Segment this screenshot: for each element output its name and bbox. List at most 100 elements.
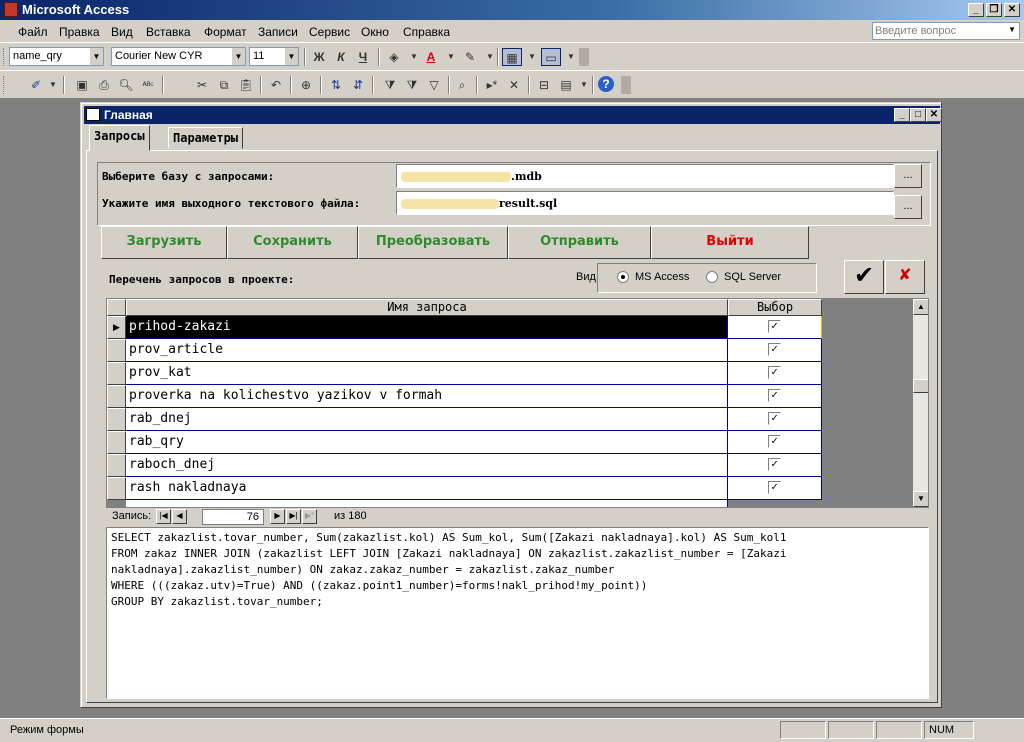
cut-icon[interactable]: ✂ <box>192 76 212 94</box>
border-style-icon[interactable]: ▦ <box>502 48 522 66</box>
select-checkbox[interactable]: ✓ <box>768 435 781 448</box>
find-icon[interactable]: ⌕ <box>452 76 472 94</box>
new-object-icon[interactable]: ▤ <box>556 76 576 94</box>
line-width-icon[interactable]: ▭ <box>541 48 561 66</box>
help-icon[interactable]: ? <box>598 76 614 92</box>
database-window-icon[interactable]: ⊟ <box>534 76 554 94</box>
chevron-down-icon[interactable]: ▼ <box>90 48 103 65</box>
restore-button[interactable]: ❐ <box>986 3 1002 17</box>
form-minimize-button[interactable]: _ <box>894 108 910 122</box>
select-checkbox[interactable]: ✓ <box>768 343 781 356</box>
radio-ms-access-label[interactable]: MS Access <box>635 271 689 283</box>
minimize-button[interactable]: _ <box>968 3 984 17</box>
radio-sql-server-label[interactable]: SQL Server <box>724 271 781 283</box>
save-button[interactable]: Сохранить <box>227 226 358 259</box>
radio-sql-server[interactable] <box>706 271 718 283</box>
print-preview-icon[interactable]: 🔍︎ <box>116 76 136 94</box>
underline-button[interactable]: Ч <box>353 48 373 66</box>
font-combo[interactable]: Courier New CYR ▼ <box>111 47 246 66</box>
query-name-cell[interactable]: rab_qry <box>126 431 728 454</box>
menu-view[interactable]: Вид <box>111 25 133 39</box>
form-close-button[interactable]: ✕ <box>926 108 942 122</box>
sort-asc-icon[interactable]: ⇅ <box>326 76 346 94</box>
row-selector[interactable] <box>107 431 126 454</box>
close-button[interactable]: ✕ <box>1004 3 1020 17</box>
filter-form-icon[interactable]: ⧩ <box>402 76 422 94</box>
select-checkbox[interactable]: ✓ <box>768 458 781 471</box>
record-number-input[interactable]: 76 <box>202 509 264 525</box>
query-name-cell[interactable]: rash nakladnaya <box>126 477 728 500</box>
font-color-icon[interactable]: A <box>421 48 441 66</box>
col-header-select[interactable]: Выбор <box>728 299 822 316</box>
chevron-down-icon[interactable]: ▼ <box>441 48 461 66</box>
italic-button[interactable]: К <box>331 48 351 66</box>
query-name-cell[interactable]: prov_kat <box>126 362 728 385</box>
output-file-field[interactable]: result.sql <box>396 191 894 215</box>
hyperlink-icon[interactable]: ⊕ <box>296 76 316 94</box>
undo-icon[interactable]: ↶ <box>266 76 286 94</box>
row-selector[interactable] <box>107 477 126 500</box>
scroll-thumb[interactable] <box>913 379 928 393</box>
row-selector[interactable]: ▶ <box>107 316 126 339</box>
save-icon[interactable]: ▣ <box>72 76 92 94</box>
prev-record-icon[interactable]: ◀ <box>172 509 187 524</box>
radio-ms-access[interactable] <box>617 271 629 283</box>
grid-scrollbar[interactable]: ▲ ▼ <box>913 299 928 507</box>
scroll-down-icon[interactable]: ▼ <box>913 491 928 507</box>
uncheck-all-button[interactable]: ✘ <box>885 260 925 294</box>
select-checkbox[interactable]: ✓ <box>768 412 781 425</box>
first-record-icon[interactable]: |◀ <box>156 509 171 524</box>
row-selector[interactable] <box>107 339 126 362</box>
new-record-icon[interactable]: ▸* <box>482 76 502 94</box>
sql-text-area[interactable]: SELECT zakazlist.tovar_number, Sum(zakaz… <box>106 527 929 699</box>
filter-selection-icon[interactable]: ⧩ <box>380 76 400 94</box>
last-record-icon[interactable]: ▶| <box>286 509 301 524</box>
db-path-field[interactable]: .mdb <box>396 164 894 188</box>
chevron-down-icon[interactable]: ▼ <box>522 48 542 66</box>
chevron-down-icon[interactable]: ▼ <box>285 48 298 65</box>
toolbar-options-icon[interactable] <box>621 76 631 94</box>
toolbar-grip[interactable] <box>3 48 6 66</box>
col-header-name[interactable]: Имя запроса <box>126 299 728 316</box>
bold-button[interactable]: Ж <box>309 48 329 66</box>
chevron-down-icon[interactable]: ▼ <box>574 76 594 94</box>
chevron-down-icon[interactable]: ▼ <box>232 48 245 65</box>
select-checkbox[interactable]: ✓ <box>768 366 781 379</box>
fill-color-icon[interactable]: ◈ <box>384 48 404 66</box>
toolbar-options-icon[interactable] <box>579 48 589 66</box>
query-name-cell[interactable]: prov_article <box>126 339 728 362</box>
spelling-icon[interactable]: ᴬᴮᶜ <box>138 76 158 94</box>
tab-queries[interactable]: Запросы <box>89 125 150 151</box>
select-checkbox[interactable]: ✓ <box>768 481 781 494</box>
check-all-button[interactable]: ✔ <box>844 260 884 294</box>
load-button[interactable]: Загрузить <box>101 226 227 259</box>
print-icon[interactable]: ⎙ <box>94 76 114 94</box>
menu-file[interactable]: Файл <box>18 25 48 39</box>
delete-record-icon[interactable]: ✕ <box>504 76 524 94</box>
query-name-cell[interactable]: raboch_dnej <box>126 454 728 477</box>
menu-edit[interactable]: Правка <box>59 25 100 39</box>
row-selector[interactable] <box>107 454 126 477</box>
line-color-icon[interactable]: ✎ <box>460 48 480 66</box>
menu-format[interactable]: Формат <box>204 25 247 39</box>
browse-output-button[interactable]: ... <box>894 195 922 219</box>
query-name-cell[interactable]: rab_dnej <box>126 408 728 431</box>
next-record-icon[interactable]: ▶ <box>270 509 285 524</box>
menu-insert[interactable]: Вставка <box>146 25 191 39</box>
apply-filter-icon[interactable]: ▽ <box>424 76 444 94</box>
menu-tools[interactable]: Сервис <box>309 25 350 39</box>
query-name-cell-partial[interactable] <box>126 500 728 507</box>
tab-parameters[interactable]: Параметры <box>168 127 244 149</box>
send-button[interactable]: Отправить <box>508 226 651 259</box>
select-checkbox[interactable]: ✓ <box>768 389 781 402</box>
scroll-up-icon[interactable]: ▲ <box>913 299 928 315</box>
query-name-cell[interactable]: prihod-zakazi <box>126 316 728 339</box>
help-search-input[interactable]: Введите вопрос ▼ <box>872 22 1020 40</box>
browse-db-button[interactable]: ... <box>894 164 922 188</box>
menu-window[interactable]: Окно <box>361 25 389 39</box>
exit-button[interactable]: Выйти <box>651 226 809 259</box>
copy-icon[interactable]: ⧉ <box>214 76 234 94</box>
object-combo[interactable]: name_qry ▼ <box>9 47 104 66</box>
new-record-nav-icon[interactable]: ▶* <box>302 509 317 524</box>
row-selector[interactable] <box>107 408 126 431</box>
